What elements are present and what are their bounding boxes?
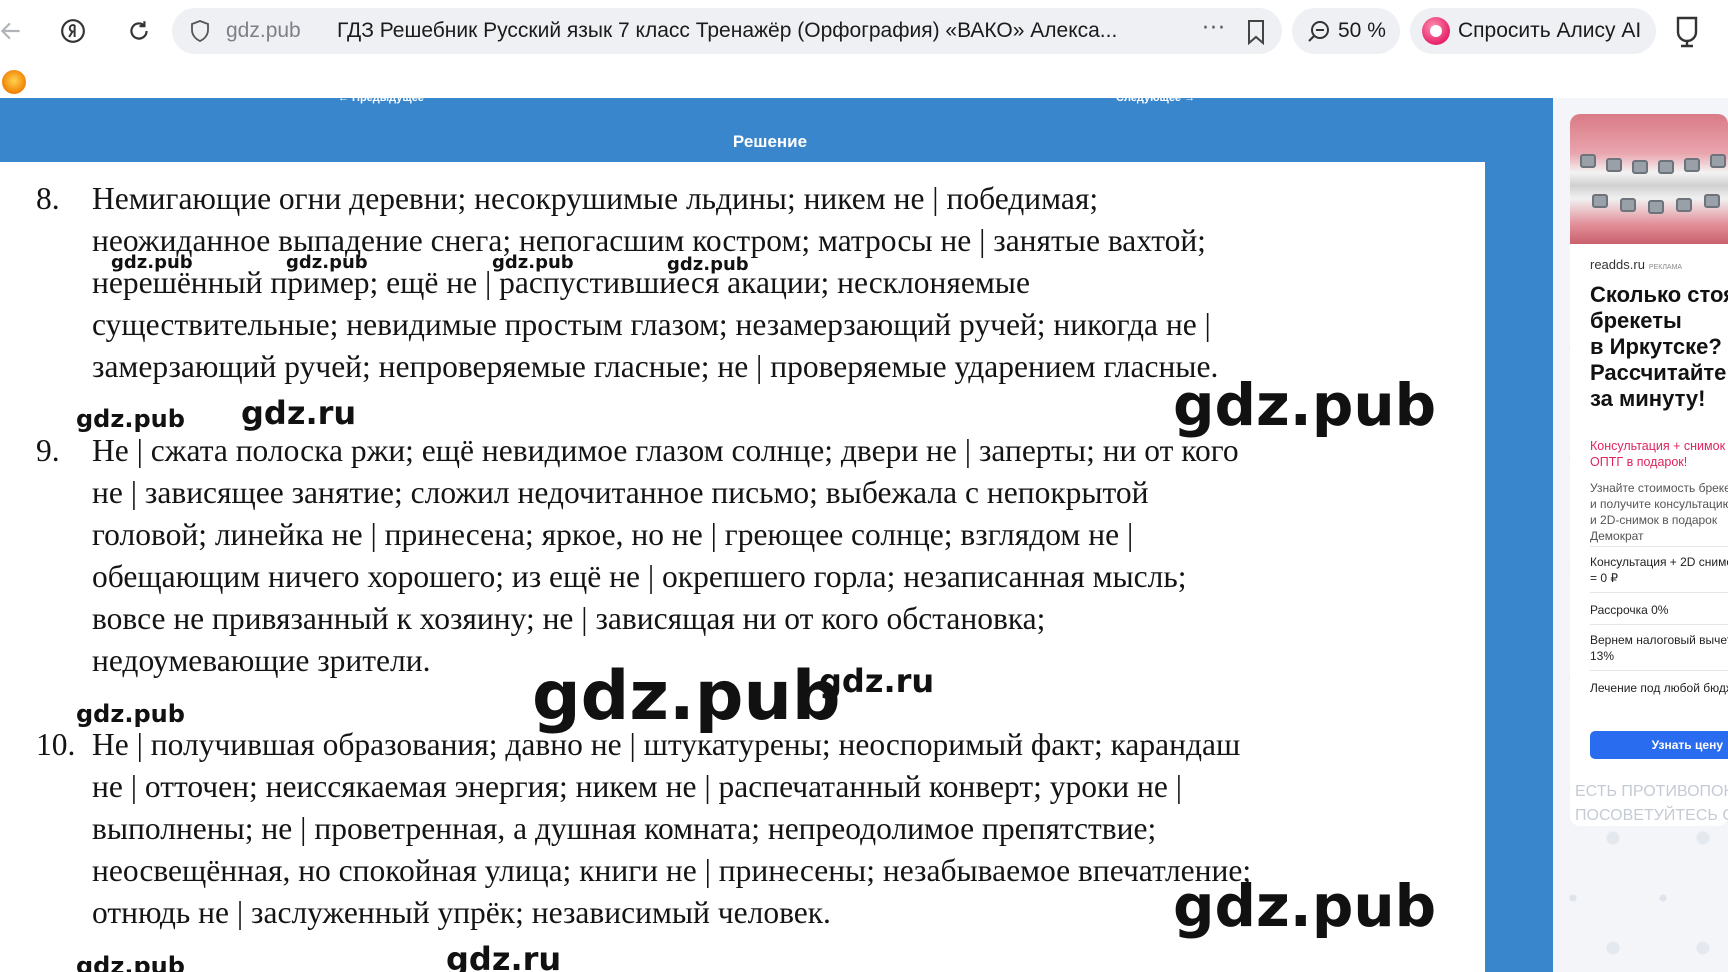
watermark: gdz.pub (76, 700, 185, 728)
zoom-level: 50 % (1338, 19, 1386, 42)
divider (1590, 546, 1728, 547)
text-line: вовсе не привязанный к хозяину; не | зав… (92, 601, 1046, 636)
zoom-button[interactable]: 50 % (1292, 8, 1400, 54)
watermark: gdz.ru (241, 394, 357, 432)
ad-source[interactable]: readds.ru РЕКЛАМА (1590, 257, 1682, 272)
text-line: головой; линейка не | принесена; яркое, … (92, 517, 1134, 552)
url-domain: gdz.pub (226, 19, 301, 42)
ad-warning: ЕСТЬ ПРОТИВОПОКАЗАНИЯ. ПОСОВЕТУЙТЕСЬ С В… (1575, 783, 1728, 824)
item-number: 10. (36, 727, 76, 762)
bookmarks-bar (0, 62, 1728, 98)
ad-card[interactable]: readds.ruРЕКЛАМА Сколько стоят брекеты в… (1570, 114, 1728, 826)
ask-alice-button[interactable]: Спросить Алису AI (1410, 8, 1656, 54)
previous-link[interactable]: ← Предыдущее (338, 92, 424, 104)
ad-offer-row[interactable]: Консультация + 2D снимок = 0 ₽ (1590, 554, 1728, 586)
address-bar[interactable]: gdz.pub ГДЗ Решебник Русский язык 7 клас… (172, 8, 1282, 54)
bookmark-icon[interactable] (1244, 19, 1268, 45)
browser-toolbar: gdz.pub ГДЗ Решебник Русский язык 7 клас… (0, 0, 1728, 62)
divider (1590, 624, 1728, 625)
item-number: 8. (36, 181, 60, 216)
ad-offer-row[interactable]: Лечение под любой бюджет (1590, 680, 1728, 696)
ask-alice-label: Спросить Алису AI (1458, 19, 1642, 42)
watermark: gdz.pub (286, 252, 368, 273)
watermark: gdz.ru (819, 662, 935, 700)
watermark: gdz.pub (111, 252, 193, 273)
bookmark-favicon-icon[interactable] (2, 70, 26, 94)
watermark: gdz.pub (1173, 872, 1437, 940)
text-line: не | зависящее занятие; сложил недочитан… (92, 475, 1149, 510)
text-line: выполнены; не | проветренная, а душная к… (92, 811, 1157, 846)
ad-heading[interactable]: Сколько стоят брекеты в Иркутске? Рассчи… (1590, 282, 1728, 412)
text-line: не | отточен; неиссякаемая энергия; нике… (92, 769, 1183, 804)
page-title: ГДЗ Решебник Русский язык 7 класс Тренаж… (337, 19, 1118, 42)
watermark: gdz.pub (492, 252, 574, 273)
divider (1590, 592, 1728, 593)
text-line: обещающим ничего хорошего; из ещё не | о… (92, 559, 1187, 594)
ad-offer-row[interactable]: Вернем налоговый вычет 13% (1590, 632, 1728, 664)
solution-heading: Решение (732, 132, 808, 151)
watermark: gdz.pub (76, 405, 185, 433)
next-link[interactable]: Следующее → (1116, 92, 1195, 104)
ad-image-braces[interactable] (1570, 114, 1728, 244)
watermark: gdz.pub (532, 657, 841, 736)
watermark: gdz.pub (76, 952, 185, 972)
ad-promo[interactable]: Консультация + снимок ОПТГ в подарок! (1590, 438, 1725, 470)
back-arrow-icon[interactable] (0, 14, 28, 48)
more-icon[interactable]: ··· (1202, 16, 1226, 41)
text-line: Немигающие огни деревни; несокрушимые ль… (92, 181, 1099, 216)
watermark: gdz.pub (667, 254, 749, 275)
reload-icon[interactable] (122, 14, 156, 48)
ad-description: Узнайте стоимость брекетов и получите ко… (1590, 481, 1728, 543)
watermark: gdz.ru (446, 940, 562, 972)
chat-bubble-icon (1308, 21, 1329, 42)
text-line: существительные; невидимые простым глазо… (92, 307, 1211, 342)
yandex-icon[interactable] (56, 14, 90, 48)
alice-icon (1422, 17, 1450, 45)
ad-offer-row[interactable]: Рассрочка 0% (1590, 602, 1668, 618)
extension-icon[interactable] (1670, 14, 1704, 48)
shield-icon[interactable] (188, 19, 212, 43)
watermark: gdz.pub (1173, 371, 1437, 439)
ad-cta-button[interactable]: Узнать цену (1590, 731, 1728, 759)
divider (1590, 670, 1728, 671)
item-number: 9. (36, 433, 60, 468)
